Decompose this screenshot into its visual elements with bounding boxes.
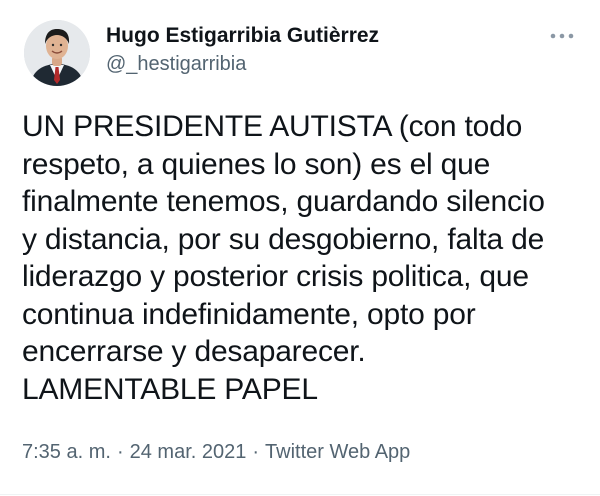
tweet-metadata: 7:35 a. m. · 24 mar. 2021 · Twitter Web App [22,441,410,464]
divider [0,494,600,495]
more-options-button[interactable] [544,26,580,46]
author-handle[interactable]: @_hestigarribia [106,53,246,76]
meta-separator: · [252,441,260,463]
tweet-text: UN PRESIDENTE AUTISTA (con todo respeto,… [22,110,545,406]
tweet-card: Hugo Estigarribia Gutièrrez @_hestigarri… [0,0,600,496]
tweet-date[interactable]: 24 mar. 2021 [130,441,247,463]
meta-separator: · [116,441,124,463]
author-avatar[interactable] [24,20,90,86]
tweet-time[interactable]: 7:35 a. m. [22,441,111,463]
tweet-source[interactable]: Twitter Web App [265,441,410,463]
more-horizontal-icon [550,33,574,39]
author-display-name[interactable]: Hugo Estigarribia Gutièrrez [106,24,379,48]
profile-photo-icon [24,20,90,86]
